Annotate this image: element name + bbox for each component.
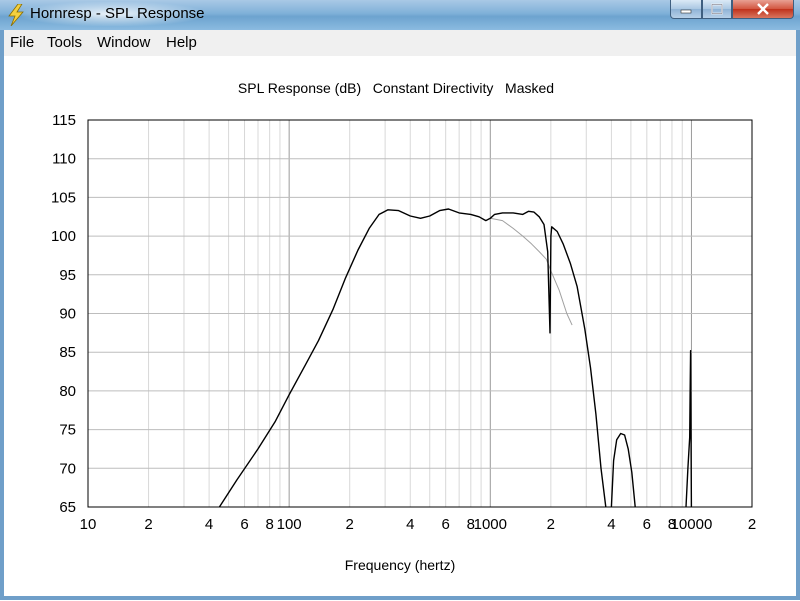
- x-tick-label: 8: [265, 516, 273, 533]
- menu-bar: File Tools Window Help: [4, 30, 796, 57]
- menu-file[interactable]: File: [10, 34, 34, 51]
- x-tick-label: 2: [748, 516, 756, 533]
- x-tick-label: 2: [547, 516, 555, 533]
- y-tick-label: 90: [59, 306, 76, 323]
- x-tick-label: 10: [80, 516, 97, 533]
- window-title: Hornresp - SPL Response: [30, 5, 205, 22]
- y-tick-label: 75: [59, 422, 76, 439]
- y-tick-label: 105: [51, 189, 76, 206]
- x-tick-labels: 10 2 4 6 8 100 2 4 6 81000 2 4 6 810000 2: [80, 516, 757, 533]
- app-window: Hornresp - SPL Response File Tools Windo…: [0, 0, 800, 600]
- x-tick-label: 4: [205, 516, 213, 533]
- x-tick-label: 4: [406, 516, 414, 533]
- menu-help[interactable]: Help: [166, 34, 197, 51]
- y-tick-label: 115: [52, 112, 76, 129]
- y-tick-label: 80: [59, 383, 76, 400]
- maximize-button[interactable]: [702, 0, 732, 19]
- chart-title: SPL Response (dB) Constant Directivity M…: [238, 80, 554, 96]
- menu-tools[interactable]: Tools: [47, 34, 82, 51]
- y-tick-label: 65: [59, 499, 76, 516]
- x-tick-label: 6: [442, 516, 450, 533]
- x-tick-label: 10000: [671, 516, 713, 533]
- close-icon: [757, 3, 769, 15]
- minimize-button[interactable]: [670, 0, 702, 19]
- maximize-icon: [711, 3, 723, 15]
- x-tick-label: 100: [277, 516, 302, 533]
- x-tick-label: 6: [240, 516, 248, 533]
- menu-window[interactable]: Window: [97, 34, 150, 51]
- y-tick-label: 95: [59, 267, 76, 284]
- title-bar[interactable]: Hornresp - SPL Response: [0, 0, 800, 30]
- close-button[interactable]: [732, 0, 794, 19]
- y-tick-labels: 115 110 105 100 95 90 85 80 75 70 65: [51, 112, 76, 516]
- x-tick-label: 6: [643, 516, 651, 533]
- chart-area: SPL Response (dB) Constant Directivity M…: [4, 56, 796, 596]
- minimize-icon: [680, 9, 692, 14]
- x-tick-label: 2: [346, 516, 354, 533]
- lightning-icon: [8, 4, 24, 26]
- y-tick-label: 100: [51, 228, 76, 245]
- y-tick-label: 110: [52, 151, 76, 168]
- x-axis-label: Frequency (hertz): [345, 557, 455, 573]
- spl-response-chart: SPL Response (dB) Constant Directivity M…: [51, 80, 757, 573]
- x-tick-label: 2: [144, 516, 152, 533]
- x-tick-label: 4: [607, 516, 615, 533]
- y-tick-label: 85: [59, 344, 76, 361]
- y-tick-label: 70: [59, 460, 76, 477]
- x-tick-label: 1000: [474, 516, 507, 533]
